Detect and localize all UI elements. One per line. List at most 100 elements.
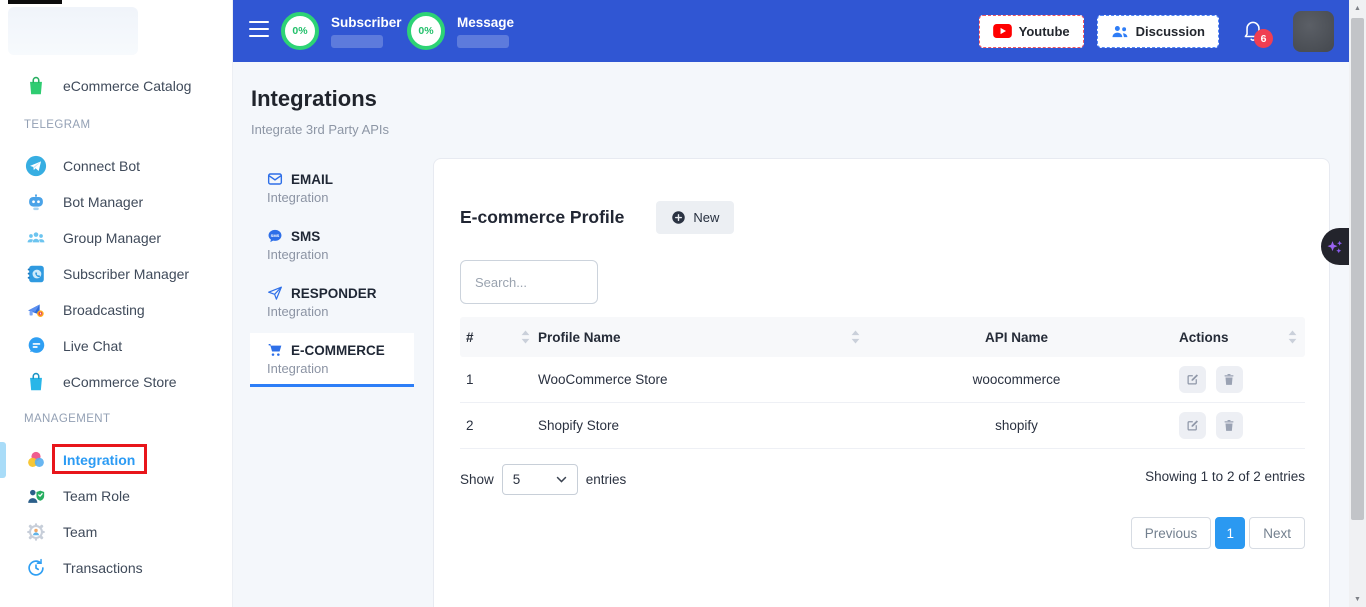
page-size-select[interactable]: 5: [502, 464, 578, 495]
youtube-button[interactable]: Youtube: [979, 15, 1084, 48]
edit-button[interactable]: [1179, 412, 1206, 439]
sidebar-item-team-role[interactable]: Team Role: [0, 478, 232, 514]
robot-icon: [24, 190, 48, 214]
sms-bubble-icon: SMS: [267, 228, 283, 244]
telegram-icon: [24, 154, 48, 178]
discussion-button[interactable]: Discussion: [1097, 15, 1219, 48]
tab-subtitle: Integration: [267, 190, 397, 205]
sidebar-item-broadcasting[interactable]: Broadcasting: [0, 292, 232, 328]
subscriber-progress-ring: 0%: [281, 12, 319, 50]
sidebar-item-live-chat[interactable]: Live Chat: [0, 328, 232, 364]
sidebar-item-label: eCommerce Catalog: [63, 78, 191, 94]
sidebar-item-group-manager[interactable]: Group Manager: [0, 220, 232, 256]
pagination: Previous 1 Next: [460, 517, 1305, 549]
new-button-label: New: [693, 210, 719, 225]
group-icon: [24, 226, 48, 250]
sidebar-item-transactions[interactable]: Transactions: [0, 550, 232, 586]
message-stat-value-redacted: [457, 35, 509, 48]
page-title: Integrations: [251, 86, 377, 112]
svg-text:SMS: SMS: [271, 233, 280, 238]
current-page-button[interactable]: 1: [1215, 517, 1245, 549]
message-progress-ring: 0%: [407, 12, 445, 50]
paper-plane-icon: [267, 285, 283, 301]
sidebar-item-bot-manager[interactable]: Bot Manager: [0, 184, 232, 220]
table-header-row: # Profile Name API Name Actions: [460, 317, 1305, 357]
api-name-cell: woocommerce: [868, 372, 1165, 387]
sidebar-item-connect-bot[interactable]: Connect Bot: [0, 148, 232, 184]
sidebar-item-label: Bot Manager: [63, 194, 143, 210]
sidebar-item-label: Group Manager: [63, 230, 161, 246]
previous-page-button[interactable]: Previous: [1131, 517, 1212, 549]
sidebar-item-ecommerce-catalog[interactable]: eCommerce Catalog: [0, 68, 232, 104]
plus-circle-icon: [671, 210, 686, 225]
row-number: 2: [460, 418, 538, 433]
tab-title: E-COMMERCE: [291, 343, 385, 358]
page-size-value: 5: [513, 472, 521, 487]
tab-ecommerce-integration[interactable]: E-COMMERCE Integration: [250, 333, 414, 387]
search-input[interactable]: [460, 260, 598, 304]
browser-artifact-bar: [8, 0, 62, 4]
cart-icon: [267, 342, 283, 358]
hamburger-menu-icon[interactable]: [249, 21, 269, 38]
sort-icon[interactable]: [851, 331, 860, 344]
entries-label: entries: [586, 472, 627, 487]
youtube-button-label: Youtube: [1019, 24, 1070, 39]
notifications-bell[interactable]: 6: [1240, 9, 1274, 53]
active-item-indicator: [0, 442, 6, 478]
sidebar-item-team[interactable]: Team: [0, 514, 232, 550]
chevron-down-icon: [556, 476, 567, 483]
scrollbar-down-arrow[interactable]: ▼: [1349, 591, 1366, 607]
delete-button[interactable]: [1216, 412, 1243, 439]
new-profile-button[interactable]: New: [656, 201, 734, 234]
tab-subtitle: Integration: [267, 361, 397, 376]
sidebar-item-label: Transactions: [63, 560, 143, 576]
tab-responder-integration[interactable]: RESPONDER Integration: [250, 276, 414, 330]
tab-email-integration[interactable]: EMAIL Integration: [250, 162, 414, 216]
profile-name-cell: WooCommerce Store: [538, 372, 868, 387]
sidebar-item-ecommerce-store[interactable]: eCommerce Store: [0, 364, 232, 400]
youtube-icon: [993, 24, 1012, 38]
notification-count-badge: 6: [1254, 29, 1273, 48]
column-header-api-name: API Name: [985, 330, 1048, 345]
table-row: 1 WooCommerce Store woocommerce: [460, 357, 1305, 403]
tab-sms-integration[interactable]: SMS SMS Integration: [250, 219, 414, 273]
next-page-button[interactable]: Next: [1249, 517, 1305, 549]
tab-title: SMS: [291, 229, 320, 244]
sparkles-icon: [1325, 237, 1345, 257]
sidebar-item-integration[interactable]: Integration: [0, 442, 232, 478]
sidebar: eCommerce Catalog TELEGRAM Connect Bot B…: [0, 0, 233, 607]
api-name-cell: shopify: [868, 418, 1165, 433]
tab-subtitle: Integration: [267, 304, 397, 319]
page-scrollbar[interactable]: ▲ ▼: [1349, 0, 1366, 607]
sort-icon[interactable]: [521, 331, 530, 344]
subscriber-stat-label: Subscriber: [331, 15, 402, 30]
scrollbar-thumb[interactable]: [1351, 18, 1364, 520]
contact-book-icon: [24, 262, 48, 286]
sidebar-item-label: eCommerce Store: [63, 374, 177, 390]
history-clock-icon: [24, 556, 48, 580]
team-gear-icon: [24, 520, 48, 544]
sidebar-item-label: Connect Bot: [63, 158, 140, 174]
tab-title: EMAIL: [291, 172, 333, 187]
sidebar-item-label: Subscriber Manager: [63, 266, 189, 282]
edit-button[interactable]: [1179, 366, 1206, 393]
sidebar-item-label: Team: [63, 524, 97, 540]
column-header-num: #: [466, 330, 474, 345]
tab-subtitle: Integration: [267, 247, 397, 262]
sort-icon[interactable]: [1288, 331, 1297, 344]
row-number: 1: [460, 372, 538, 387]
delete-button[interactable]: [1216, 366, 1243, 393]
megaphone-icon: [24, 298, 48, 322]
user-avatar[interactable]: [1293, 11, 1334, 52]
discussion-button-label: Discussion: [1136, 24, 1205, 39]
column-header-profile-name: Profile Name: [538, 330, 621, 345]
table-summary: Showing 1 to 2 of 2 entries: [1145, 464, 1305, 484]
edit-pencil-icon: [1185, 418, 1200, 433]
sidebar-item-subscriber-manager[interactable]: Subscriber Manager: [0, 256, 232, 292]
envelope-icon: [267, 171, 283, 187]
app-window: eCommerce Catalog TELEGRAM Connect Bot B…: [0, 0, 1366, 607]
table-row: 2 Shopify Store shopify: [460, 403, 1305, 449]
message-stat-label: Message: [457, 15, 514, 30]
scrollbar-up-arrow[interactable]: ▲: [1349, 0, 1366, 16]
discussion-people-icon: [1111, 24, 1129, 39]
